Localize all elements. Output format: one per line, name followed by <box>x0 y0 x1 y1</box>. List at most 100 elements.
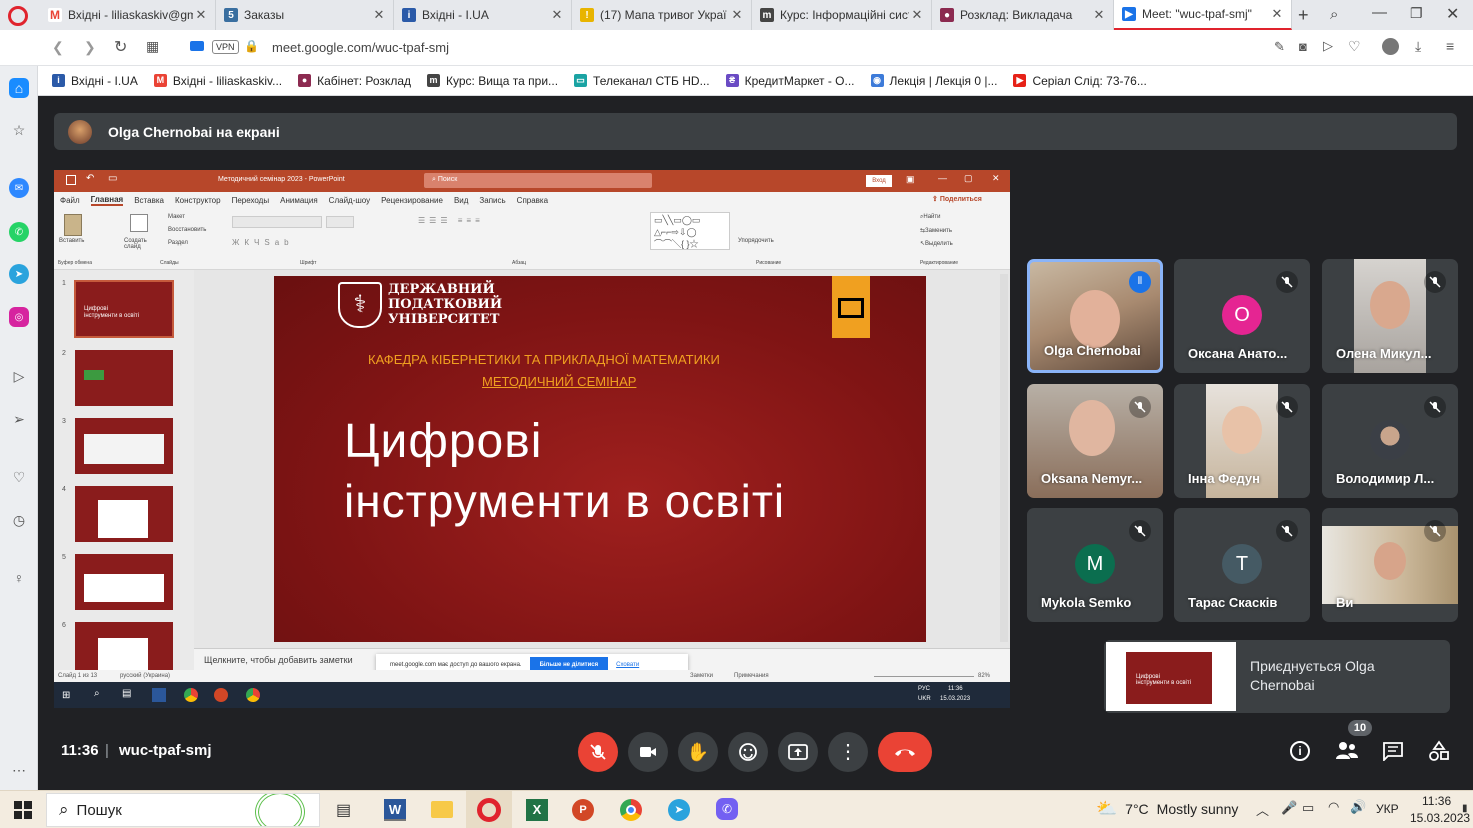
search-tabs-icon[interactable]: ⌕ <box>1330 6 1338 23</box>
participant-tile[interactable]: M Mykola Semko <box>1027 508 1163 622</box>
zoom-level[interactable]: 82% <box>978 673 990 679</box>
vpn-badge[interactable]: VPN <box>212 40 239 54</box>
ppt-login-button[interactable]: Вход <box>866 175 892 187</box>
wifi-icon[interactable]: ◠ <box>1328 799 1339 815</box>
messenger-icon[interactable]: ✉ <box>9 178 29 198</box>
powerpoint-app-icon[interactable]: P <box>572 799 594 821</box>
bookmark-serial[interactable]: ▶ Серіал Слід: 73-76... <box>1013 74 1147 88</box>
font-name-box[interactable] <box>232 216 322 228</box>
arrange-button[interactable]: Упорядочить <box>738 238 774 244</box>
participant-tile[interactable]: Інна Федун <box>1174 384 1310 498</box>
tab-course[interactable]: m Курс: Інформаційні сист ✕ <box>752 0 932 30</box>
section-button[interactable]: Раздел <box>168 240 188 246</box>
tab-alert-map[interactable]: ! (17) Мапа тривог Украї ✕ <box>572 0 752 30</box>
undo-icon[interactable]: ↶ <box>86 173 94 184</box>
close-icon[interactable]: ✕ <box>371 7 387 23</box>
url-input[interactable]: meet.google.com/wuc-tpaf-smj <box>272 40 449 55</box>
mic-toggle-button[interactable] <box>578 732 618 772</box>
send-icon[interactable]: ▷ <box>1323 38 1333 54</box>
shapes-gallery[interactable]: ▭╲╲▭◯▭ △⌐⌐⇨⇩◯ ⌒⌒╲{ }☆ <box>650 212 730 250</box>
forward-icon[interactable]: ❯ <box>84 39 96 56</box>
reset-button[interactable]: Восстановить <box>168 227 206 233</box>
present-screen-button[interactable] <box>778 732 818 772</box>
chat-button[interactable] <box>1382 741 1404 763</box>
zoom-slider[interactable] <box>874 676 974 677</box>
home-icon[interactable]: ⌂ <box>9 78 29 98</box>
file-explorer-icon[interactable] <box>431 801 453 818</box>
font-style-icons[interactable]: ЖКЧSab <box>232 238 294 247</box>
reload-icon[interactable]: ↻ <box>114 37 127 57</box>
close-icon[interactable]: ✕ <box>549 7 565 23</box>
ppt-tab-slideshow[interactable]: Слайд-шоу <box>329 196 370 205</box>
minimize-button[interactable]: — <box>1372 4 1387 21</box>
bookmark-course[interactable]: m Курс: Вища та при... <box>427 74 558 88</box>
paste-icon[interactable] <box>64 214 82 236</box>
bookmark-iua[interactable]: i Вхідні - I.UA <box>52 74 138 88</box>
select-button[interactable]: ↖Выделить <box>920 240 953 247</box>
opera-app-icon[interactable] <box>466 791 512 828</box>
excel-app-icon[interactable]: X <box>526 799 548 821</box>
new-tab-button[interactable]: + <box>1298 5 1309 26</box>
leave-call-button[interactable] <box>878 732 932 772</box>
tab-meet[interactable]: ▶ Meet: "wuc-tpaf-smj" ✕ <box>1114 0 1292 30</box>
find-button[interactable]: ⌕Найти <box>920 214 941 221</box>
meeting-details-button[interactable]: i <box>1290 741 1310 761</box>
close-icon[interactable]: ✕ <box>193 7 209 23</box>
ppt-close-button[interactable]: ✕ <box>992 173 1000 184</box>
participant-tile[interactable]: Oksana Nemyr... <box>1027 384 1163 498</box>
taskbar-search-box[interactable]: ⌕ Пошук <box>46 793 320 827</box>
ppt-minimize-button[interactable]: — <box>938 173 947 183</box>
ribbon-display-icon[interactable]: ▣ <box>906 174 915 185</box>
word-app-icon[interactable]: W <box>384 799 406 821</box>
language-indicator[interactable]: УКР <box>1376 802 1399 816</box>
main-slide[interactable]: ⚕ ДЕРЖАВНИЙ ПОДАТКОВИЙ УНІВЕРСИТЕТ КАФЕД… <box>274 276 926 642</box>
tab-gmail[interactable]: M Вхідні - liliaskaskiv@gma ✕ <box>40 0 216 30</box>
joining-card[interactable]: Цифрові інструменти в освіті Приєднується… <box>1104 640 1450 713</box>
close-icon[interactable]: ✕ <box>729 7 745 23</box>
volume-icon[interactable]: 🔊 <box>1350 799 1366 815</box>
telegram-app-icon[interactable]: ➤ <box>668 799 690 821</box>
activities-button[interactable] <box>1428 740 1450 762</box>
ppt-share-button[interactable]: ⇪ Поделиться <box>932 195 982 203</box>
telegram-icon[interactable]: ➤ <box>9 264 29 284</box>
ppt-tab-record[interactable]: Запись <box>479 196 505 205</box>
participant-tile[interactable]: О Оксана Анато... <box>1174 259 1310 373</box>
ppt-search-box[interactable]: ⌕ Поиск <box>424 173 652 188</box>
ppt-maximize-button[interactable]: ▢ <box>964 173 973 184</box>
share-page-icon[interactable]: ✎ <box>1274 39 1285 55</box>
bookmark-lecture[interactable]: ◉ Лекція | Лекція 0 |... <box>870 74 997 88</box>
save-icon[interactable] <box>66 175 76 185</box>
people-button[interactable] <box>1335 740 1359 762</box>
download-icon[interactable]: ⤓ <box>1415 38 1421 55</box>
reactions-button[interactable] <box>728 732 768 772</box>
tab-iua[interactable]: i Вхідні - I.UA ✕ <box>394 0 572 30</box>
ppt-tab-design[interactable]: Конструктор <box>175 196 221 205</box>
player-icon[interactable]: ▷ <box>9 366 29 386</box>
bookmark-creditmarket[interactable]: ₴ КредитМаркет - О... <box>725 74 855 88</box>
more-icon[interactable]: ⋯ <box>9 760 29 780</box>
star-icon[interactable]: ☆ <box>9 120 29 140</box>
battery-icon[interactable]: ▭ <box>1302 800 1314 816</box>
camera-toggle-button[interactable] <box>628 732 668 772</box>
ppt-tab-view[interactable]: Вид <box>454 196 468 205</box>
font-size-box[interactable] <box>326 216 354 228</box>
menu-icon[interactable]: ≡ <box>1446 38 1454 54</box>
close-icon[interactable]: ✕ <box>1269 6 1285 22</box>
language-status[interactable]: русский (Украина) <box>120 673 170 679</box>
microphone-icon[interactable]: 🎤 <box>1281 800 1297 816</box>
close-icon[interactable]: ✕ <box>909 7 925 23</box>
ppt-tab-insert[interactable]: Вставка <box>134 196 164 205</box>
whatsapp-icon[interactable]: ✆ <box>9 222 29 242</box>
bookmark-schedule[interactable]: ● Кабінет: Розклад <box>298 74 411 88</box>
tab-orders[interactable]: 5 Заказы ✕ <box>216 0 394 30</box>
clock-icon[interactable]: ◷ <box>9 510 29 530</box>
snapshot-icon[interactable]: ◙ <box>1299 39 1307 54</box>
instagram-icon[interactable]: ◎ <box>9 307 29 327</box>
close-icon[interactable]: ✕ <box>1091 7 1107 23</box>
heart-icon[interactable]: ♡ <box>9 467 29 487</box>
bulb-icon[interactable]: ♀ <box>9 568 29 588</box>
close-window-button[interactable]: ✕ <box>1446 4 1459 24</box>
ppt-tab-file[interactable]: Файл <box>60 196 80 205</box>
heart-icon[interactable]: ♡ <box>1348 38 1361 55</box>
new-slide-icon[interactable] <box>130 214 148 232</box>
